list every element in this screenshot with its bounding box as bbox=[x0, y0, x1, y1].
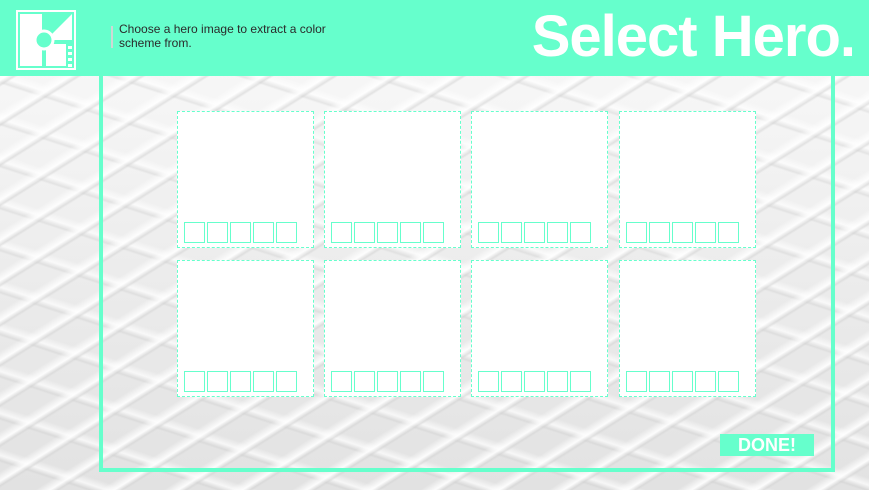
color-swatch bbox=[524, 222, 545, 243]
color-swatch bbox=[377, 371, 398, 392]
color-swatch bbox=[649, 222, 670, 243]
brand-logo-icon bbox=[16, 10, 76, 70]
swatch-row bbox=[331, 371, 444, 392]
color-swatch bbox=[718, 371, 739, 392]
color-swatch bbox=[478, 222, 499, 243]
hero-image-slot[interactable] bbox=[324, 260, 461, 397]
color-swatch bbox=[253, 222, 274, 243]
color-swatch bbox=[230, 371, 251, 392]
swatch-row bbox=[331, 222, 444, 243]
hero-image-slot[interactable] bbox=[177, 260, 314, 397]
color-swatch bbox=[230, 222, 251, 243]
color-swatch bbox=[626, 222, 647, 243]
swatch-row bbox=[184, 371, 297, 392]
color-swatch bbox=[331, 371, 352, 392]
color-swatch bbox=[672, 222, 693, 243]
color-swatch bbox=[377, 222, 398, 243]
swatch-row bbox=[626, 222, 739, 243]
done-button[interactable]: DONE! bbox=[720, 434, 814, 456]
page-title: Select Hero. bbox=[531, 4, 856, 69]
color-swatch bbox=[501, 371, 522, 392]
hero-image-slot[interactable] bbox=[619, 260, 756, 397]
swatch-row bbox=[184, 222, 297, 243]
color-swatch bbox=[400, 371, 421, 392]
header-divider bbox=[111, 26, 113, 48]
color-swatch bbox=[570, 371, 591, 392]
color-swatch bbox=[423, 371, 444, 392]
hero-image-slot[interactable] bbox=[619, 111, 756, 248]
color-swatch bbox=[501, 222, 522, 243]
swatch-row bbox=[478, 222, 591, 243]
hero-image-slot[interactable] bbox=[471, 260, 608, 397]
swatch-row bbox=[626, 371, 739, 392]
color-swatch bbox=[184, 371, 205, 392]
color-swatch bbox=[626, 371, 647, 392]
color-swatch bbox=[276, 222, 297, 243]
color-swatch bbox=[354, 222, 375, 243]
color-swatch bbox=[547, 371, 568, 392]
hero-image-slot[interactable] bbox=[471, 111, 608, 248]
color-swatch bbox=[423, 222, 444, 243]
color-swatch bbox=[331, 222, 352, 243]
color-swatch bbox=[695, 371, 716, 392]
header-bar: Choose a hero image to extract a color s… bbox=[0, 0, 869, 76]
color-swatch bbox=[570, 222, 591, 243]
color-swatch bbox=[695, 222, 716, 243]
color-swatch bbox=[253, 371, 274, 392]
color-swatch bbox=[524, 371, 545, 392]
color-swatch bbox=[354, 371, 375, 392]
color-swatch bbox=[718, 222, 739, 243]
color-swatch bbox=[207, 371, 228, 392]
hero-image-slot[interactable] bbox=[177, 111, 314, 248]
color-swatch bbox=[672, 371, 693, 392]
color-swatch bbox=[649, 371, 670, 392]
instructions-text: Choose a hero image to extract a color s… bbox=[119, 22, 326, 50]
color-swatch bbox=[207, 222, 228, 243]
color-swatch bbox=[547, 222, 568, 243]
color-swatch bbox=[276, 371, 297, 392]
color-swatch bbox=[478, 371, 499, 392]
swatch-row bbox=[478, 371, 591, 392]
hero-image-slot[interactable] bbox=[324, 111, 461, 248]
color-swatch bbox=[400, 222, 421, 243]
color-swatch bbox=[184, 222, 205, 243]
